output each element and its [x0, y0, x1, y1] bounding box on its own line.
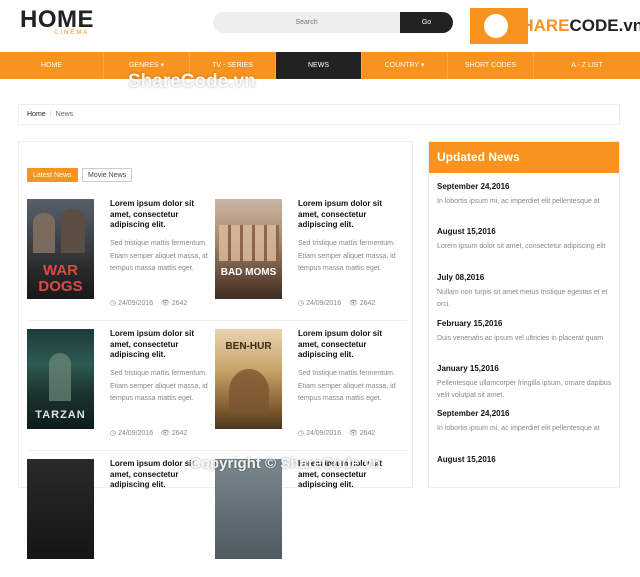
news-card: BAD MOMS Lorem ipsum dolor sit amet, con…	[215, 199, 400, 317]
sidebar-news-item[interactable]: July 08,2016 Nullam non turpis sit amet …	[437, 273, 617, 311]
eye-icon: 👁	[348, 430, 358, 437]
poster-title: BAD MOMS	[220, 267, 277, 278]
main-nav: HOME GENRES ▾ TV - SERIES NEWS COUNTRY ▾…	[0, 52, 640, 79]
nav-item-country[interactable]: COUNTRY ▾	[362, 52, 448, 79]
clock-icon: ◷	[298, 300, 305, 307]
card-meta: ◷ 24/09/2016 👁 2642	[298, 429, 375, 437]
breadcrumb: Home / News	[18, 104, 620, 125]
sidebar-news-item[interactable]: February 15,2016 Duis venenatis ac ipsum…	[437, 319, 617, 345]
nav-item-a-z-list[interactable]: A - Z LIST	[534, 52, 640, 79]
sidebar-item-text[interactable]: Duis venenatis ac ipsum vel ultricies in…	[437, 333, 617, 345]
watermark-bottom: Copyright © ShareCode.vn	[190, 455, 382, 472]
eye-icon: 👁	[348, 300, 358, 307]
sidebar-item-date: August 15,2016	[437, 227, 496, 236]
sidebar-item-text[interactable]: In lobortis ipsum mi, ac imperdiet elit …	[437, 423, 617, 435]
card-views: 2642	[359, 430, 376, 437]
poster-title: WAR DOGS	[38, 262, 83, 295]
breadcrumb-current: News	[55, 111, 74, 118]
poster-image[interactable]: TARZAN	[27, 329, 94, 429]
card-meta: ◷ 24/09/2016 👁 2642	[298, 299, 375, 307]
clock-icon: ◷	[298, 430, 305, 437]
sidebar-item-text[interactable]: Lorem ipsum dolor sit amet, consectetur …	[437, 241, 617, 253]
site-header: HOME CINEMA Go SHARECODE.vn	[0, 0, 640, 52]
card-date: 24/09/2016	[306, 430, 342, 437]
logo-sub-text: CINEMA	[54, 30, 90, 36]
poster-title: TARZAN	[35, 409, 86, 421]
row-divider	[27, 450, 407, 451]
sidebar-item-date: August 15,2016	[437, 455, 496, 464]
card-date: 24/09/2016	[118, 430, 154, 437]
news-card: Lorem ipsum dolor sit amet, consectetur …	[27, 459, 212, 577]
sidebar-item-date: September 24,2016	[437, 182, 510, 191]
news-card: BEN-HUR Lorem ipsum dolor sit amet, cons…	[215, 329, 400, 447]
clock-icon: ◷	[110, 430, 117, 437]
sidebar-news-item[interactable]: August 15,2016	[437, 455, 617, 464]
tab-latest-news[interactable]: Latest News	[27, 168, 78, 182]
news-card: Lorem ipsum dolor sit amet, consectetur …	[215, 459, 400, 577]
card-title[interactable]: Lorem ipsum dolor sit amet, consectetur …	[298, 199, 393, 231]
card-date: 24/09/2016	[118, 300, 154, 307]
clock-icon: ◷	[110, 300, 117, 307]
sidebar-item-date: February 15,2016	[437, 319, 503, 328]
card-views: 2642	[171, 300, 188, 307]
poster-image[interactable]: BEN-HUR	[215, 329, 282, 429]
card-views: 2642	[359, 300, 376, 307]
sidebar-news-item[interactable]: September 24,2016 In lobortis ipsum mi, …	[437, 182, 617, 208]
sidebar-news-item[interactable]: September 24,2016 In lobortis ipsum mi, …	[437, 409, 617, 435]
sidebar-item-text[interactable]: Nullam non turpis sit amet metus tristiq…	[437, 287, 617, 311]
poster-title: BEN-HUR	[225, 341, 272, 352]
sidebar-item-date: July 08,2016	[437, 273, 485, 282]
card-description: Sed tristique mattis fermentum. Etiam se…	[298, 370, 396, 402]
card-meta: ◷ 24/09/2016 👁 2642	[110, 299, 187, 307]
card-title[interactable]: Lorem ipsum dolor sit amet, consectetur …	[298, 329, 393, 361]
nav-item-news[interactable]: NEWS	[276, 52, 362, 79]
poster-image[interactable]: BAD MOMS	[215, 199, 282, 299]
breadcrumb-separator: /	[49, 111, 52, 118]
news-panel: Latest News Movie News WAR DOGS Lorem ip…	[18, 141, 413, 559]
eye-icon: 👁	[160, 430, 170, 437]
sidebar-news-item[interactable]: January 15,2016 Pellentesque ullamcorper…	[437, 364, 617, 402]
logo-circle-icon	[482, 12, 510, 40]
sidebar-heading: Updated News	[429, 142, 619, 173]
poster-image[interactable]	[27, 459, 94, 559]
sharecode-logo-text: SHARECODE.vn	[510, 16, 640, 35]
sidebar-item-date: January 15,2016	[437, 364, 499, 373]
search-button[interactable]: Go	[400, 12, 453, 33]
card-description: Sed tristique mattis fermentum. Etiam se…	[298, 240, 396, 272]
card-meta: ◷ 24/09/2016 👁 2642	[110, 429, 187, 437]
search-input[interactable]	[213, 12, 400, 33]
nav-item-short-codes[interactable]: SHORT CODES	[448, 52, 534, 79]
news-card: WAR DOGS Lorem ipsum dolor sit amet, con…	[27, 199, 212, 317]
sidebar-item-text[interactable]: In lobortis ipsum mi, ac imperdiet elit …	[437, 196, 617, 208]
logo-main-text: HOME	[20, 6, 94, 33]
news-card: TARZAN Lorem ipsum dolor sit amet, conse…	[27, 329, 212, 447]
watermark-top: ShareCode.vn	[128, 71, 256, 92]
poster-image[interactable]: WAR DOGS	[27, 199, 94, 299]
sidebar-item-date: September 24,2016	[437, 409, 510, 418]
card-title[interactable]: Lorem ipsum dolor sit amet, consectetur …	[110, 329, 205, 361]
sidebar-news-item[interactable]: August 15,2016 Lorem ipsum dolor sit ame…	[437, 227, 617, 253]
card-description: Sed tristique mattis fermentum. Etiam se…	[110, 370, 208, 402]
updated-news-sidebar: Updated News September 24,2016 In lobort…	[428, 141, 620, 488]
breadcrumb-home-link[interactable]: Home	[27, 111, 46, 118]
search-bar: Go	[213, 12, 453, 33]
card-title[interactable]: Lorem ipsum dolor sit amet, consectetur …	[110, 199, 205, 231]
row-divider	[27, 320, 407, 321]
card-date: 24/09/2016	[306, 300, 342, 307]
tab-movie-news[interactable]: Movie News	[82, 168, 133, 182]
card-description: Sed tristique mattis fermentum. Etiam se…	[110, 240, 208, 272]
eye-icon: 👁	[160, 300, 170, 307]
sharecode-logo: SHARECODE.vn	[470, 8, 640, 46]
site-logo[interactable]: HOME CINEMA	[20, 6, 94, 37]
card-views: 2642	[171, 430, 188, 437]
sidebar-item-text[interactable]: Pellentesque ullamcorper fringilla ipsum…	[437, 378, 617, 402]
poster-image[interactable]	[215, 459, 282, 559]
nav-item-home[interactable]: HOME	[0, 52, 104, 79]
